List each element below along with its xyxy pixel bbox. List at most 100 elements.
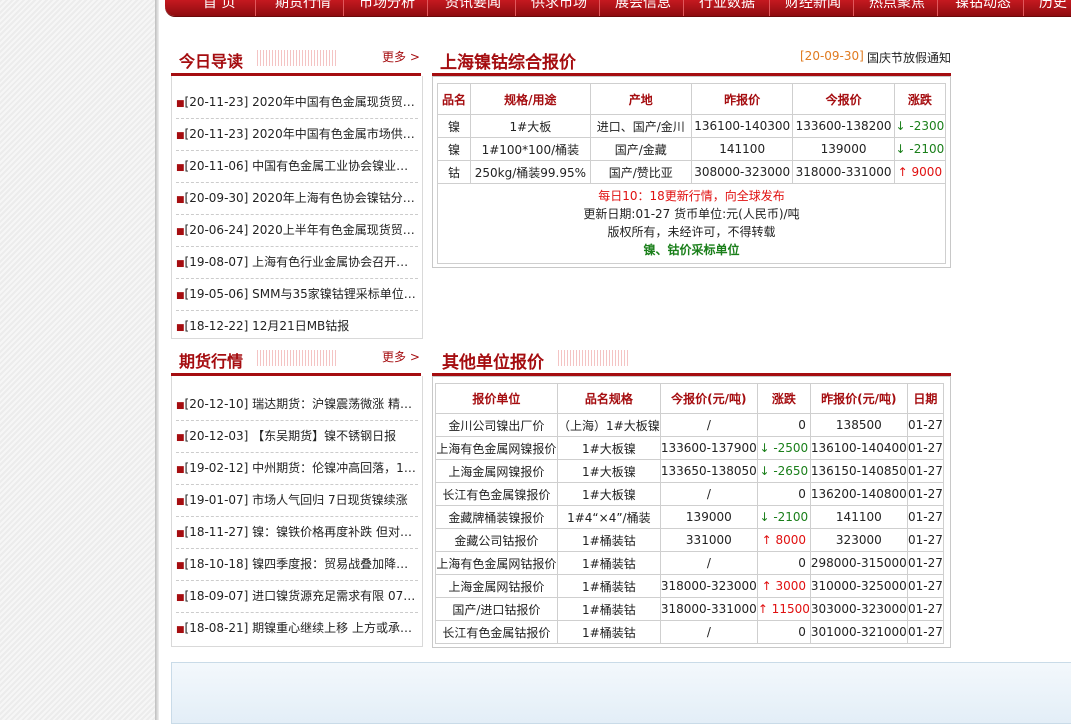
sh-quote-header: 上海镍钴综合报价 [20-09-30] 国庆节放假通知 — [432, 42, 952, 73]
column-header: 规格/用途 — [470, 83, 591, 115]
news-item[interactable]: ■[18-08-21] 期镍重心继续上移 上方或承压... — [176, 618, 418, 638]
cell-date: 01-27 — [906, 413, 945, 437]
table-row: 镍 1#大板 进口、国产/金川 136100-140300 133600-138… — [436, 114, 947, 138]
news-item[interactable]: ■[20-11-06] 中国有色金属工业协会镍业分... — [176, 156, 418, 176]
cell-today: 133600-137900 — [659, 436, 758, 460]
news-item[interactable]: ■[18-09-07] 进口镍货源充足需求有限 07日... — [176, 586, 418, 606]
nav-item-news[interactable]: 资讯要闻 — [445, 0, 501, 12]
update-date-note: 更新日期:01-27 货币单位:元(人民币)/吨 — [583, 207, 800, 221]
notice-link[interactable]: 国庆节放假通知 — [867, 49, 951, 66]
news-item[interactable]: ■[19-05-06] SMM与35家镍钴锂采标单位进... — [176, 284, 418, 304]
column-header: 今报价(元/吨) — [659, 383, 758, 414]
cell-today: 133650-138050 — [659, 459, 758, 483]
guide-more-link[interactable]: 更多 > — [382, 48, 420, 65]
nav-item-home[interactable]: 首 页 — [203, 0, 235, 12]
cell-date: 01-27 — [906, 620, 945, 644]
column-header: 涨跌 — [893, 83, 947, 115]
news-divider — [176, 516, 418, 518]
cell-today: / — [659, 413, 758, 437]
cell-change: ↓ -2300 — [893, 114, 947, 138]
cell-spec: 1#桶装钴 — [556, 528, 661, 552]
cell-spec: 1#大板镍 — [556, 482, 661, 506]
guide-news-list: ■[20-11-23] 2020年中国有色金属现货贸易... ■[20-11-2… — [171, 76, 423, 339]
table-row: 镍 1#100*100/桶装 国产/金藏 141100 139000 ↓ -21… — [436, 137, 947, 161]
cell-spec: 1#大板镍 — [556, 436, 661, 460]
cell-unit[interactable]: 金藏公司钴报价 — [435, 528, 558, 552]
nav-item-hot-focus[interactable]: 热点聚焦 — [869, 0, 925, 12]
futures-more-link[interactable]: 更多 > — [382, 348, 420, 365]
nav-item-finance-news[interactable]: 财经新闻 — [785, 0, 841, 12]
nav-separator — [599, 0, 600, 16]
left-background-pattern — [0, 0, 155, 720]
bottom-panel — [171, 662, 1071, 724]
cell-prev: 298000-315000 — [809, 551, 908, 575]
news-divider — [176, 278, 418, 280]
news-item[interactable]: ■[20-11-23] 2020年中国有色金属现货贸易... — [176, 92, 418, 112]
news-item[interactable]: ■[20-12-03] 【东吴期货】镍不锈钢日报 — [176, 426, 418, 446]
cell-unit[interactable]: 长江有色金属镍报价 — [435, 482, 558, 506]
table-row: 长江有色金属镍报价 1#大板镍 / 0 136200-140800 01-27 — [435, 482, 945, 506]
guide-title: 今日导读 — [179, 52, 244, 71]
cell-spec: 1#100*100/桶装 — [470, 137, 591, 161]
nav-item-market-analysis[interactable]: 市场分析 — [359, 0, 415, 12]
nav-separator — [769, 0, 770, 16]
cell-change: ↓ -2100 — [756, 505, 811, 529]
nav-item-supply-demand[interactable]: 供求市场 — [531, 0, 587, 12]
news-item[interactable]: ■[18-11-27] 镍：镍铁价格再度补跌 但对镍... — [176, 522, 418, 542]
update-schedule-note: 每日10：18更新行情，向全球发布 — [598, 189, 785, 203]
cell-unit[interactable]: 金川公司镍出厂价 — [435, 413, 558, 437]
news-item[interactable]: ■[19-01-07] 市场人气回归 7日现货镍续涨 — [176, 490, 418, 510]
nav-item-history[interactable]: 历史 — [1039, 0, 1067, 12]
cell-unit[interactable]: 国产/进口钴报价 — [435, 597, 558, 621]
nav-item-futures[interactable]: 期货行情 — [275, 0, 331, 12]
cell-spec: 1#桶装钴 — [556, 620, 661, 644]
nav-item-exhibition[interactable]: 展会信息 — [615, 0, 671, 12]
benchmark-units-link[interactable]: 镍、钴价采标单位 — [438, 241, 945, 258]
cell-spec: 1#桶装钴 — [556, 597, 661, 621]
nav-separator — [255, 0, 256, 16]
table-row: 金藏公司钴报价 1#桶装钴 331000 ↑ 8000 323000 01-27 — [435, 528, 945, 552]
news-item[interactable]: ■[19-02-12] 中州期货：伦镍冲高回落，12... — [176, 458, 418, 478]
cell-name: 镍 — [436, 137, 472, 161]
cell-change: ↑ 3000 — [756, 574, 811, 598]
cell-today: 331000 — [659, 528, 758, 552]
futures-header: 期货行情 更多 > — [171, 342, 421, 371]
cell-prev: 323000 — [809, 528, 908, 552]
cell-name: 镍 — [436, 114, 472, 138]
cell-unit[interactable]: 上海有色金属网钴报价 — [435, 551, 558, 575]
nav-item-industry-data[interactable]: 行业数据 — [699, 0, 755, 12]
header-decoration — [257, 350, 337, 366]
cell-name: 钴 — [436, 160, 472, 184]
cell-unit[interactable]: 上海金属网钴报价 — [435, 574, 558, 598]
futures-news-list: ■[20-12-10] 瑞达期货：沪镍震荡微涨 精镍... ■[20-12-03… — [171, 376, 423, 647]
cell-prev: 136150-140850 — [809, 459, 908, 483]
column-header: 报价单位 — [435, 383, 558, 414]
cell-prev: 308000-323000 — [690, 160, 794, 184]
nav-item-nickel-cobalt[interactable]: 镍钴动态 — [955, 0, 1011, 12]
other-quote-title: 其他单位报价 — [442, 353, 544, 373]
news-item[interactable]: ■[18-12-22] 12月21日MB钴报 — [176, 316, 418, 336]
news-item[interactable]: ■[20-11-23] 2020年中国有色金属市场供需... — [176, 124, 418, 144]
sh-quote-box: 品名 规格/用途 产地 昨报价 今报价 涨跌 镍 1#大板 进口、国产/金川 1… — [432, 76, 951, 268]
futures-title: 期货行情 — [179, 352, 244, 371]
table-row: 上海有色金属网钴报价 1#桶装钴 / 0 298000-315000 01-27 — [435, 551, 945, 575]
cell-today: 139000 — [659, 505, 758, 529]
column-header: 涨跌 — [756, 383, 811, 414]
cell-unit[interactable]: 上海金属网镍报价 — [435, 459, 558, 483]
news-item[interactable]: ■[18-10-18] 镍四季度报：贸易战叠加降库... — [176, 554, 418, 574]
news-item[interactable]: ■[19-08-07] 上海有色行业金属协会召开四... — [176, 252, 418, 272]
cell-spec: 250kg/桶装99.95% — [470, 160, 591, 184]
news-item[interactable]: ■[20-12-10] 瑞达期货：沪镍震荡微涨 精镍... — [176, 394, 418, 414]
cell-unit[interactable]: 金藏牌桶装镍报价 — [435, 505, 558, 529]
news-item[interactable]: ■[20-06-24] 2020上半年有色金属现货贸易... — [176, 220, 418, 240]
column-header: 日期 — [906, 383, 945, 414]
cell-today: 318000-331000 — [659, 597, 758, 621]
cell-change: 0 — [756, 620, 811, 644]
news-item[interactable]: ■[20-09-30] 2020年上海有色协会镍钴分会... — [176, 188, 418, 208]
table-row: 金藏牌桶装镍报价 1#4“×4”/桶装 139000 ↓ -2100 14110… — [435, 505, 945, 529]
cell-date: 01-27 — [906, 436, 945, 460]
other-quote-table: 报价单位 品名规格 今报价(元/吨) 涨跌 昨报价(元/吨) 日期 金川公司镍出… — [435, 383, 945, 644]
news-divider — [176, 548, 418, 550]
cell-unit[interactable]: 长江有色金属钴报价 — [435, 620, 558, 644]
cell-unit[interactable]: 上海有色金属网镍报价 — [435, 436, 558, 460]
